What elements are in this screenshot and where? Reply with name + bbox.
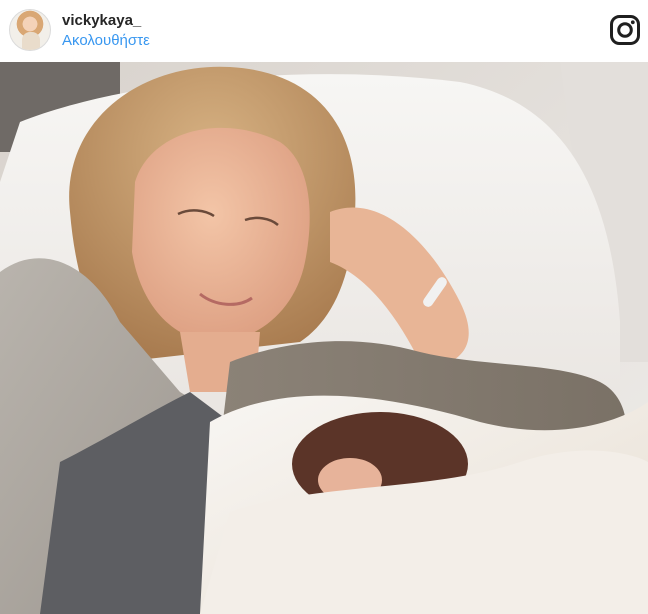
instagram-embed: vickykaya_ Ακολουθήστε xyxy=(0,0,648,614)
post-photo[interactable] xyxy=(0,62,648,614)
profile-avatar[interactable] xyxy=(9,9,51,51)
post-header: vickykaya_ Ακολουθήστε xyxy=(0,0,648,62)
instagram-icon[interactable] xyxy=(609,14,641,46)
follow-link[interactable]: Ακολουθήστε xyxy=(62,32,150,50)
username-link[interactable]: vickykaya_ xyxy=(62,12,141,30)
post-photo-image xyxy=(0,62,648,614)
